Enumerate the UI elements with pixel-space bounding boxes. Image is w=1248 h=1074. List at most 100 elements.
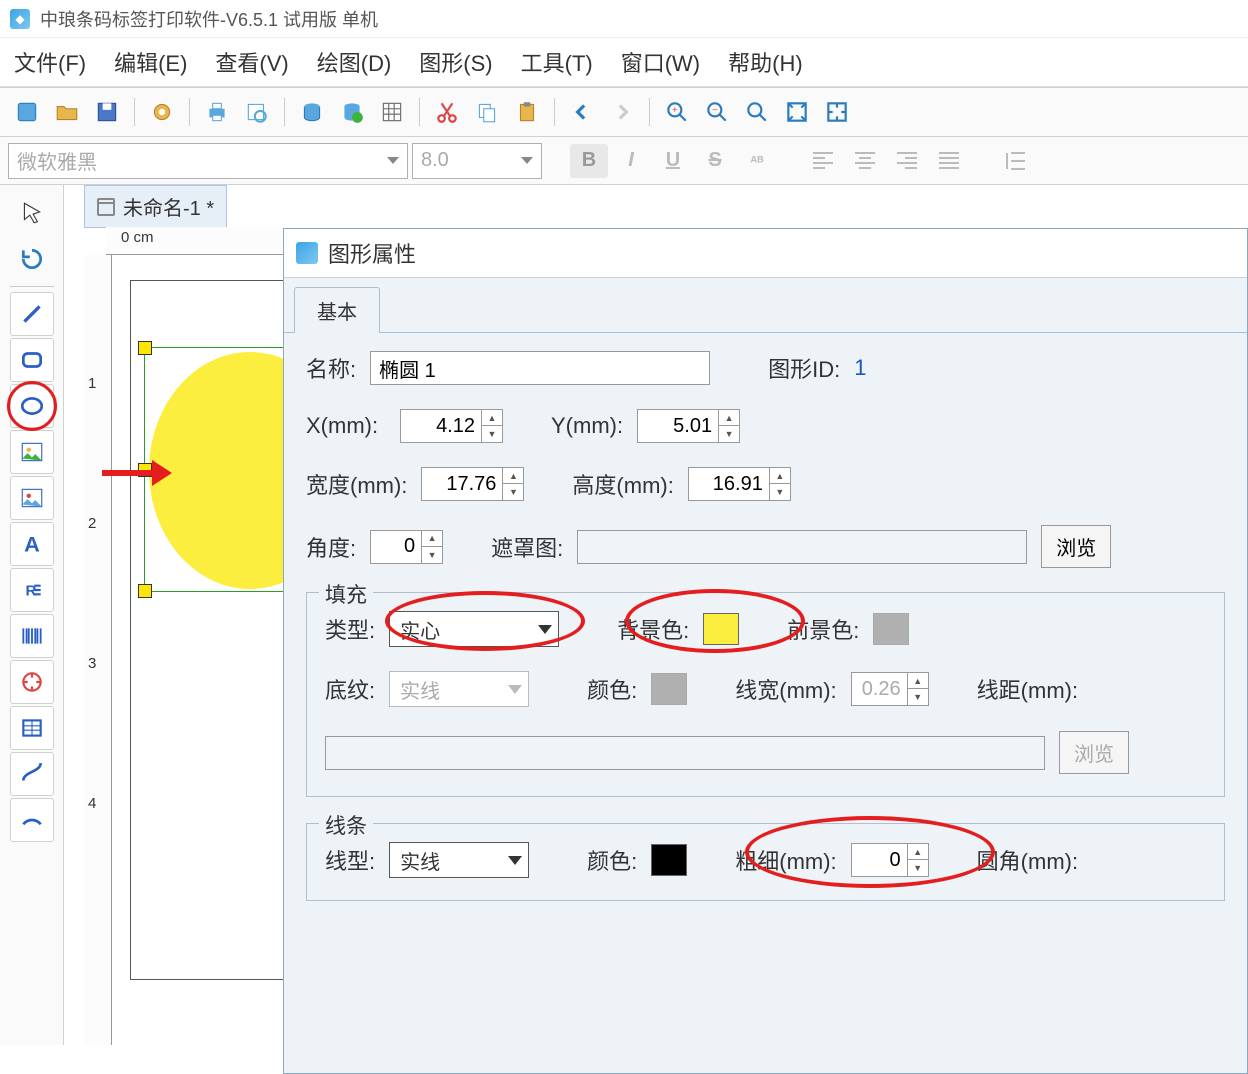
chevron-down-icon	[538, 625, 552, 634]
settings-button[interactable]	[143, 94, 181, 130]
x-label: X(mm):	[306, 413, 386, 439]
dialog-titlebar[interactable]: 图形属性	[284, 229, 1247, 278]
print-button[interactable]	[198, 94, 236, 130]
strike-button[interactable]: S	[696, 144, 734, 178]
line-dist-label: 线距(mm):	[977, 673, 1078, 705]
menu-file[interactable]: 文件(F)	[14, 46, 86, 78]
italic-button[interactable]: I	[612, 144, 650, 178]
barcode-tool[interactable]	[10, 614, 54, 658]
qrcode-tool[interactable]	[10, 660, 54, 704]
svg-text:+: +	[672, 105, 678, 116]
grid-button[interactable]	[373, 94, 411, 130]
align-left-button[interactable]	[804, 144, 842, 178]
width-input[interactable]: ▲▼	[421, 467, 524, 501]
tool-palette: A R	[0, 185, 64, 1045]
zoom-out-button[interactable]: −	[698, 94, 736, 130]
zoom-page-button[interactable]	[778, 94, 816, 130]
curve-tool[interactable]	[10, 752, 54, 796]
menu-view[interactable]: 查看(V)	[215, 46, 288, 78]
fill-path-input[interactable]	[325, 736, 1045, 770]
rounded-rect-tool[interactable]	[10, 338, 54, 382]
database-refresh-button[interactable]	[333, 94, 371, 130]
redo-button[interactable]	[603, 94, 641, 130]
line-thick-label: 粗细(mm):	[735, 844, 836, 876]
pattern-color-swatch[interactable]	[651, 673, 687, 705]
tab-basic[interactable]: 基本	[294, 287, 380, 333]
font-name-value: 微软雅黑	[17, 146, 97, 175]
line-radius-label: 圆角(mm):	[977, 844, 1078, 876]
fill-fieldset: 填充 类型: 实心 背景色: 前景色: 底纹: 实线	[306, 592, 1225, 797]
zoom-actual-button[interactable]	[818, 94, 856, 130]
line-spacing-button[interactable]	[996, 144, 1034, 178]
fill-legend: 填充	[319, 579, 373, 609]
name-input[interactable]	[370, 351, 710, 385]
handle-bottom-left[interactable]	[138, 584, 152, 598]
rotate-tool[interactable]	[10, 237, 54, 281]
image2-tool[interactable]	[10, 476, 54, 520]
align-justify-button[interactable]	[930, 144, 968, 178]
open-button[interactable]	[48, 94, 86, 130]
cut-button[interactable]	[428, 94, 466, 130]
fg-color-swatch[interactable]	[873, 613, 909, 645]
menu-tools[interactable]: 工具(T)	[521, 46, 593, 78]
angle-input[interactable]: ▲▼	[370, 530, 443, 564]
svg-text:A: A	[24, 532, 40, 557]
mask-browse-button[interactable]: 浏览	[1041, 525, 1111, 568]
menu-shape[interactable]: 图形(S)	[419, 46, 492, 78]
image-tool[interactable]	[10, 430, 54, 474]
menu-help[interactable]: 帮助(H)	[728, 46, 803, 78]
text-tool[interactable]: A	[10, 522, 54, 566]
save-button[interactable]	[88, 94, 126, 130]
zoom-in-button[interactable]: +	[658, 94, 696, 130]
paste-button[interactable]	[508, 94, 546, 130]
mask-input[interactable]	[577, 530, 1027, 564]
height-input[interactable]: ▲▼	[688, 467, 791, 501]
font-size-value: 8.0	[421, 149, 449, 172]
line-tool[interactable]	[10, 292, 54, 336]
undo-button[interactable]	[563, 94, 601, 130]
align-center-button[interactable]	[846, 144, 884, 178]
arc-tool[interactable]	[10, 798, 54, 842]
dialog-body: 名称: 图形ID: 1 X(mm): ▲▼ Y(mm): ▲▼ 宽度(mm): …	[284, 333, 1247, 919]
handle-top-left[interactable]	[138, 341, 152, 355]
name-label: 名称:	[306, 352, 356, 384]
zoom-fit-button[interactable]	[738, 94, 776, 130]
table-tool[interactable]	[10, 706, 54, 750]
line-width-input[interactable]: ▲▼	[851, 672, 929, 706]
bg-color-swatch[interactable]	[703, 613, 739, 645]
y-input[interactable]: ▲▼	[637, 409, 740, 443]
bold-button[interactable]: B	[570, 144, 608, 178]
fill-browse-button[interactable]: 浏览	[1059, 731, 1129, 774]
menu-draw[interactable]: 绘图(D)	[317, 46, 392, 78]
fill-type-label: 类型:	[325, 613, 375, 645]
menu-edit[interactable]: 编辑(E)	[114, 46, 187, 78]
fill-type-combo[interactable]: 实心	[389, 611, 559, 647]
line-type-combo[interactable]: 实线	[389, 842, 529, 878]
properties-dialog: 图形属性 基本 名称: 图形ID: 1 X(mm): ▲▼ Y(mm): ▲▼ …	[283, 228, 1248, 1074]
pointer-tool[interactable]	[10, 191, 54, 235]
document-tab[interactable]: 未命名-1 *	[84, 185, 227, 228]
font-size-select[interactable]: 8.0	[412, 143, 542, 179]
align-right-button[interactable]	[888, 144, 926, 178]
dialog-title: 图形属性	[328, 237, 416, 269]
y-label: Y(mm):	[551, 413, 623, 439]
font-name-select[interactable]: 微软雅黑	[8, 143, 408, 179]
ellipse-tool[interactable]	[10, 384, 54, 428]
preview-button[interactable]	[238, 94, 276, 130]
line-color-swatch[interactable]	[651, 844, 687, 876]
copy-button[interactable]	[468, 94, 506, 130]
underline-button[interactable]: U	[654, 144, 692, 178]
line-thick-input[interactable]: ▲▼	[851, 843, 929, 877]
superscript-button[interactable]: ᴬᴮ	[738, 144, 776, 178]
annotation-arrow	[102, 465, 172, 481]
x-input[interactable]: ▲▼	[400, 409, 503, 443]
richtext-tool[interactable]: R	[10, 568, 54, 612]
database-button[interactable]	[293, 94, 331, 130]
new-button[interactable]	[8, 94, 46, 130]
document-icon	[97, 198, 115, 216]
pattern-combo[interactable]: 实线	[389, 671, 529, 707]
menu-window[interactable]: 窗口(W)	[621, 46, 700, 78]
line-color-label: 颜色:	[587, 844, 637, 876]
menubar: 文件(F) 编辑(E) 查看(V) 绘图(D) 图形(S) 工具(T) 窗口(W…	[0, 38, 1248, 87]
svg-text:−: −	[712, 105, 718, 116]
